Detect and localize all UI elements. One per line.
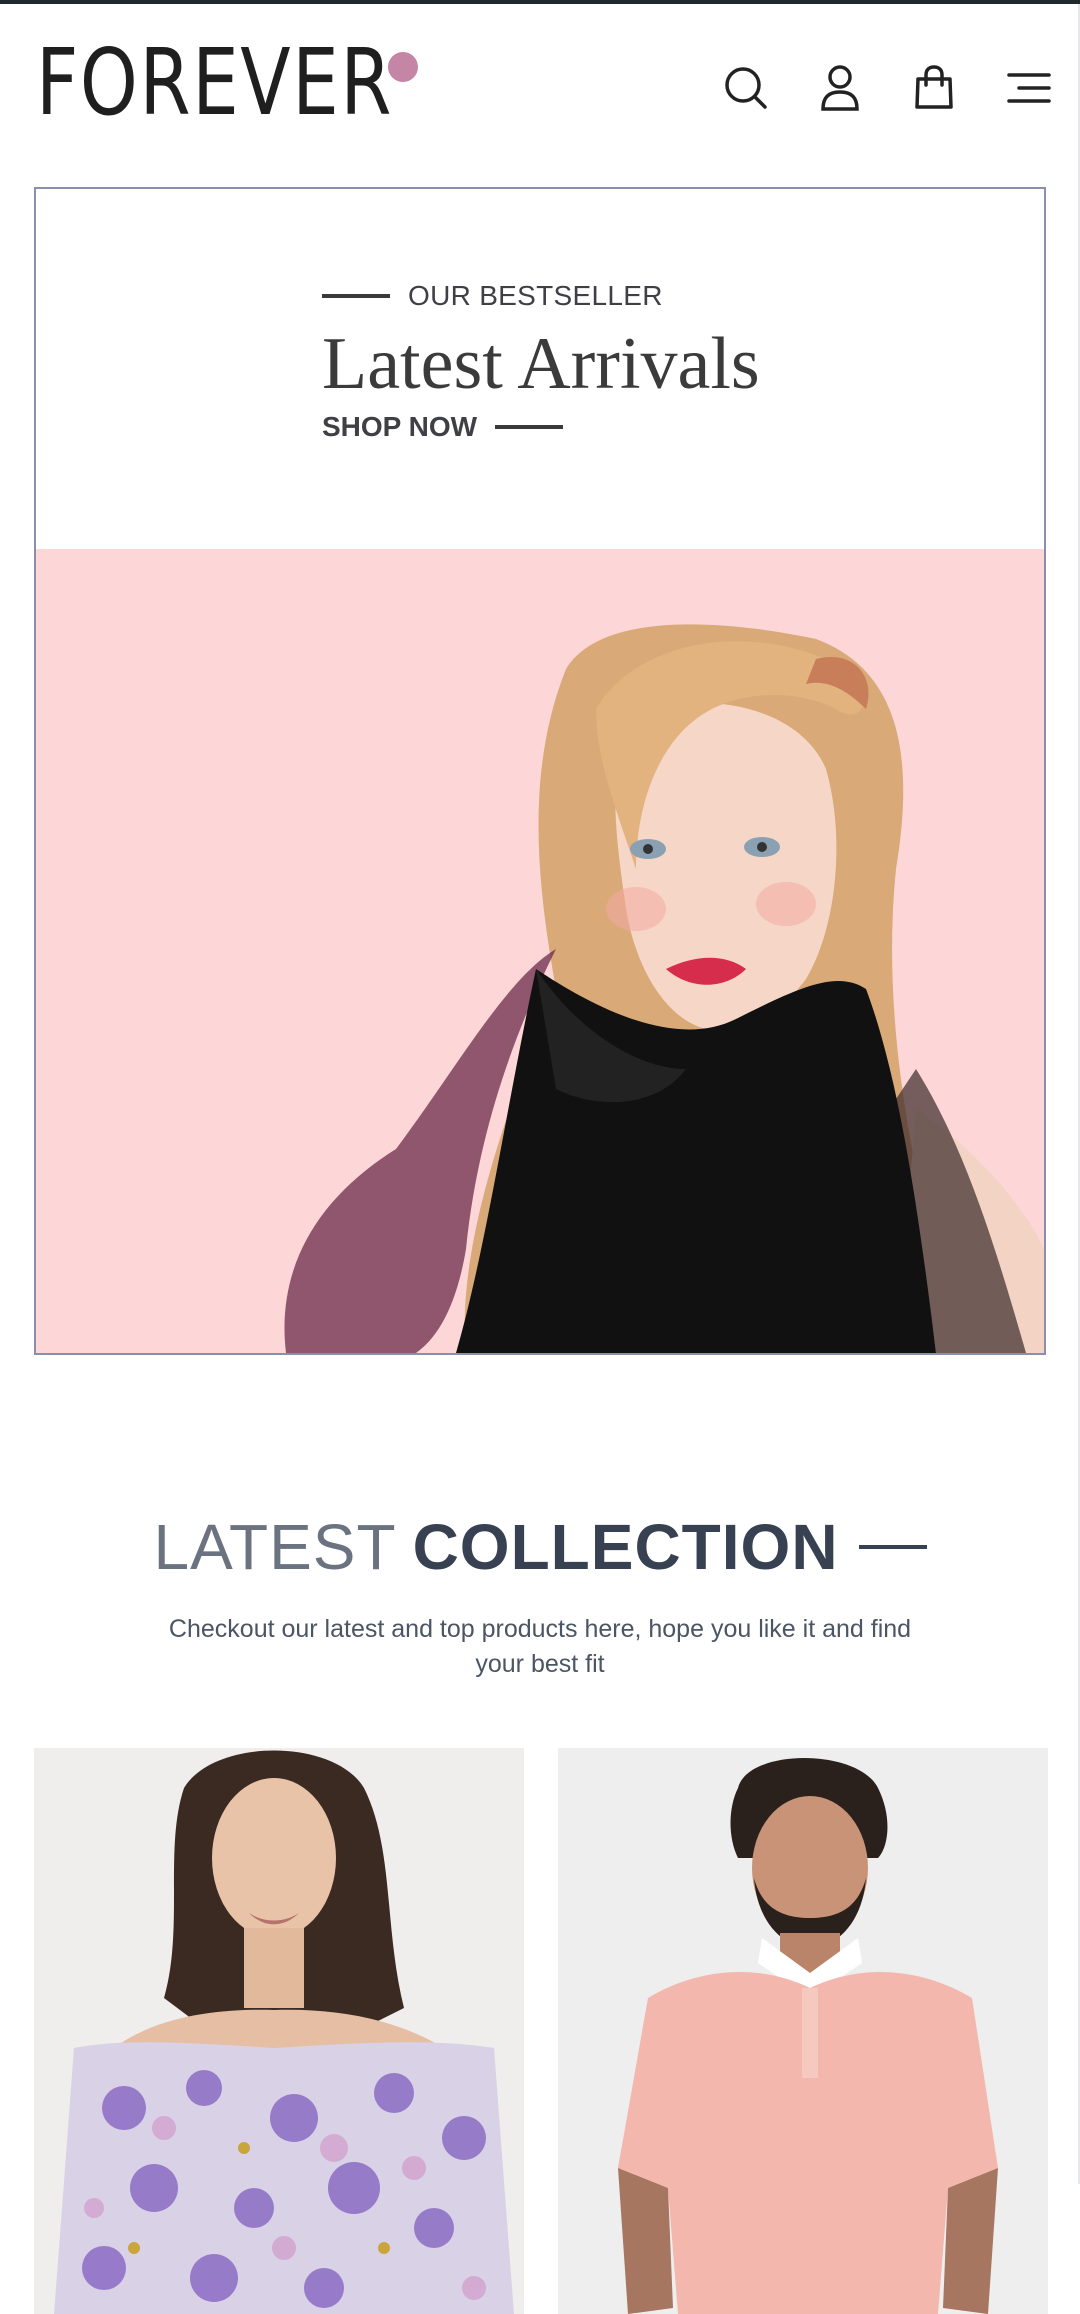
shop-now-link[interactable]: SHOP NOW (322, 407, 822, 447)
hero-image (36, 549, 1044, 1353)
product-card[interactable] (558, 1748, 1048, 2314)
shop-now-label[interactable]: SHOP NOW (322, 411, 477, 443)
model-illustration (284, 624, 1044, 1353)
kicker-label: OUR BESTSELLER (408, 280, 663, 311)
product-image (54, 1750, 514, 2314)
collection-title-light: LATEST (153, 1511, 397, 1583)
collection-subtitle: Checkout our latest and top products her… (168, 1615, 912, 1678)
profile-button[interactable] (812, 60, 868, 116)
collection-heading: LATEST COLLECTION (0, 1510, 1080, 1584)
product-card[interactable] (34, 1748, 524, 2314)
shopping-bag-icon (915, 65, 953, 109)
search-icon (725, 67, 767, 109)
kicker-row: OUR BESTSELLER (322, 277, 822, 315)
header-actions (0, 60, 1080, 120)
user-icon (821, 65, 859, 111)
hero-text: OUR BESTSELLER Latest Arrivals SHOP NOW (322, 277, 822, 447)
hero-title: Latest Arrivals (322, 323, 760, 405)
kicker-line (322, 294, 390, 298)
hero-banner: OUR BESTSELLER Latest Arrivals SHOP NOW (34, 187, 1046, 1355)
collection-title-bold: COLLECTION (412, 1511, 839, 1583)
shop-now-line (495, 425, 564, 429)
menu-icon (1007, 73, 1051, 103)
menu-button[interactable] (1000, 60, 1056, 116)
collection-title-line (858, 1545, 927, 1549)
top-border (0, 0, 1080, 4)
product-image (618, 1758, 998, 2314)
cart-button[interactable] (906, 60, 962, 116)
search-button[interactable] (718, 60, 774, 116)
